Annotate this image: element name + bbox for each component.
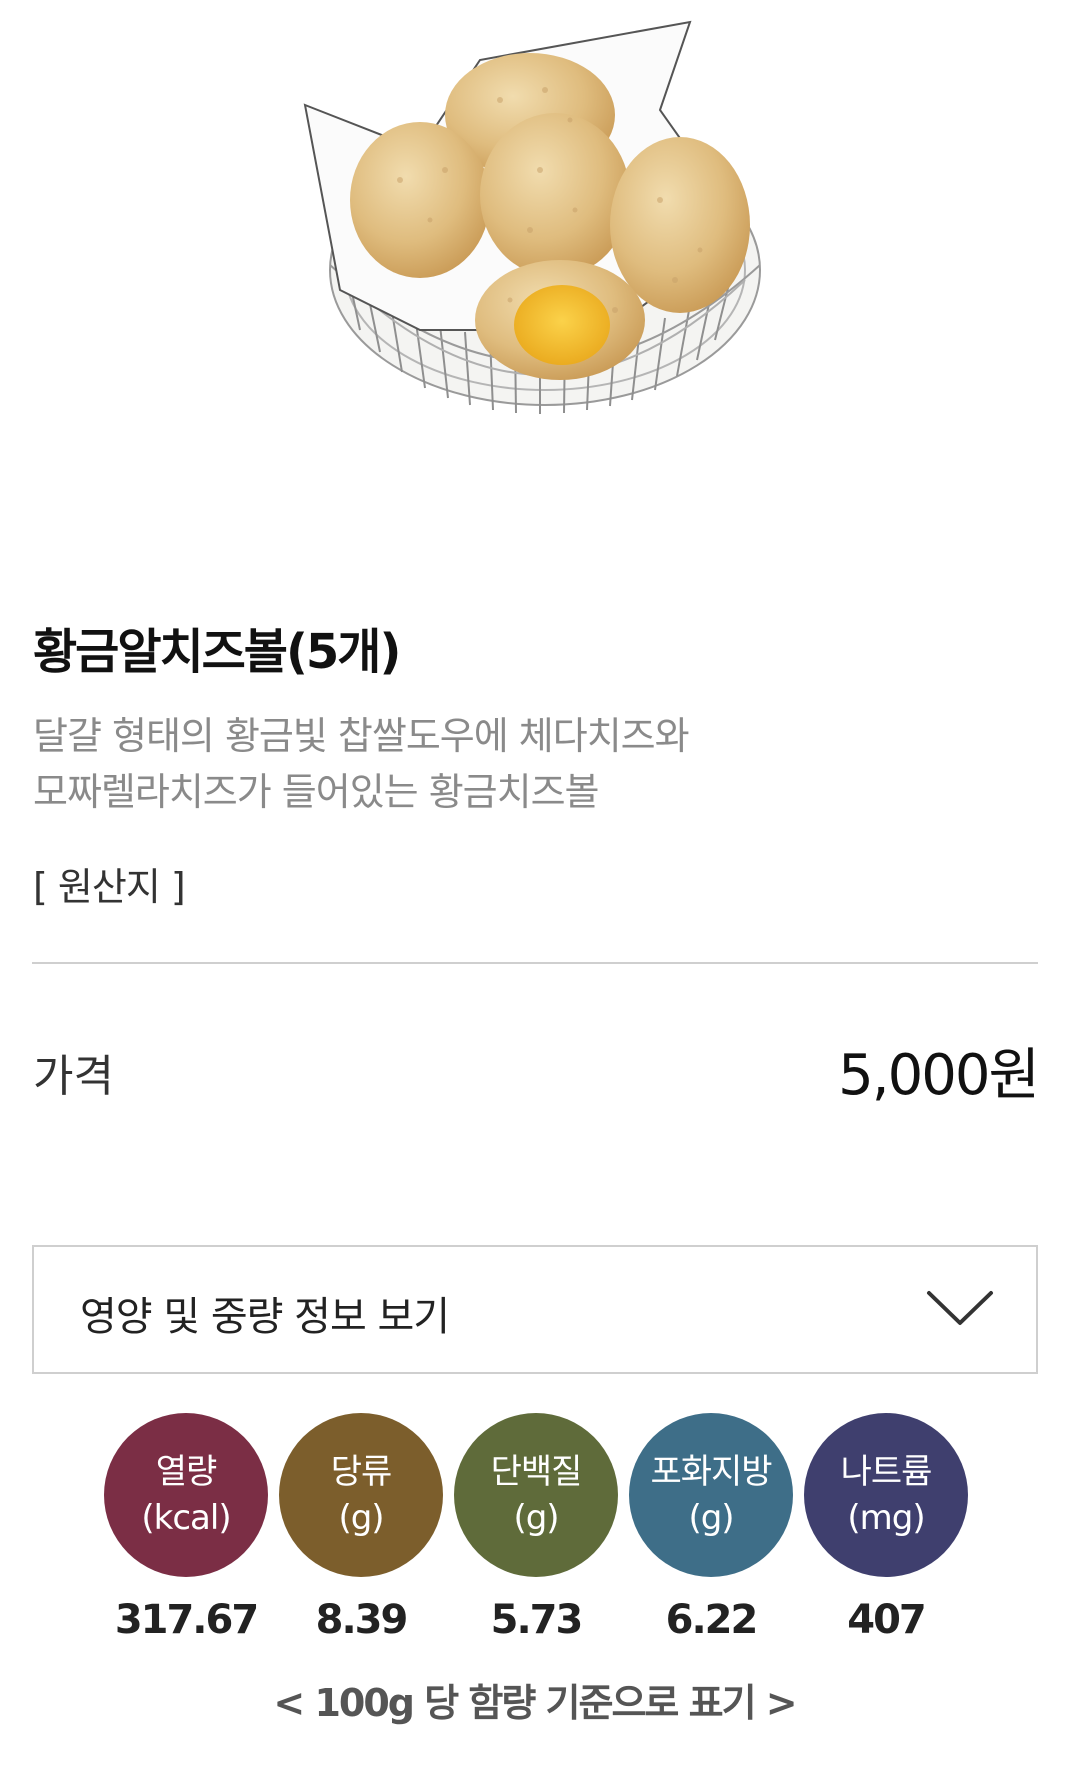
- nutrition-badge: 포화지방 (g): [629, 1413, 793, 1577]
- nutrition-value: 8.39: [315, 1597, 409, 1643]
- nutrition-badge: 나트륨 (mg): [804, 1413, 968, 1577]
- price-value: 5,000원: [838, 1043, 1040, 1108]
- nutrition-unit: (g): [338, 1498, 384, 1538]
- nutrition-info-toggle[interactable]: 영양 및 중량 정보 보기: [32, 1245, 1038, 1374]
- nutrition-name: 단백질: [490, 1452, 583, 1492]
- chevron-down-icon: [927, 1291, 993, 1325]
- nutrition-item-calories: 열량 (kcal) 317.67: [104, 1413, 268, 1643]
- origin-label: [ 원산지 ]: [33, 865, 186, 909]
- product-description: 달걀 형태의 황금빛 찹쌀도우에 체다치즈와 모짜렐라치즈가 들어있는 황금치즈…: [33, 708, 933, 820]
- price-label: 가격: [33, 1051, 114, 1102]
- nutrition-value: 5.73: [490, 1597, 584, 1643]
- nutrition-badge: 단백질 (g): [454, 1413, 618, 1577]
- nutrition-name: 나트륨: [840, 1452, 933, 1492]
- divider: [32, 962, 1038, 964]
- nutrition-unit: (g): [688, 1498, 734, 1538]
- nutrition-facts: 열량 (kcal) 317.67 당류 (g) 8.39 단백질 (g) 5.7…: [0, 1413, 1069, 1673]
- nutrition-footnote: < 100g 당 함량 기준으로 표기 >: [273, 1681, 797, 1725]
- nutrition-item-sodium: 나트륨 (mg) 407: [804, 1413, 968, 1643]
- nutrition-value: 6.22: [665, 1597, 759, 1643]
- nutrition-unit: (g): [513, 1498, 559, 1538]
- cheese-ball-basket-image: [303, 20, 761, 414]
- nutrition-name: 포화지방: [650, 1452, 772, 1492]
- nutrition-item-protein: 단백질 (g) 5.73: [454, 1413, 618, 1643]
- product-name: 황금알치즈볼(5개): [33, 624, 401, 680]
- nutrition-value: 407: [847, 1597, 927, 1643]
- nutrition-info-toggle-label: 영양 및 중량 정보 보기: [80, 1294, 450, 1340]
- nutrition-item-saturated-fat: 포화지방 (g) 6.22: [629, 1413, 793, 1643]
- nutrition-badge: 당류 (g): [279, 1413, 443, 1577]
- nutrition-name: 열량: [155, 1452, 218, 1492]
- nutrition-item-sugars: 당류 (g) 8.39: [279, 1413, 443, 1643]
- nutrition-unit: (mg): [847, 1498, 925, 1538]
- nutrition-name: 당류: [330, 1452, 393, 1492]
- description-line: 달걀 형태의 황금빛 찹쌀도우에 체다치즈와: [33, 714, 690, 758]
- nutrition-unit: (kcal): [141, 1498, 231, 1538]
- description-line: 모짜렐라치즈가 들어있는 황금치즈볼: [33, 770, 600, 814]
- nutrition-badge: 열량 (kcal): [104, 1413, 268, 1577]
- product-image: [0, 0, 1069, 520]
- nutrition-value: 317.67: [114, 1597, 259, 1643]
